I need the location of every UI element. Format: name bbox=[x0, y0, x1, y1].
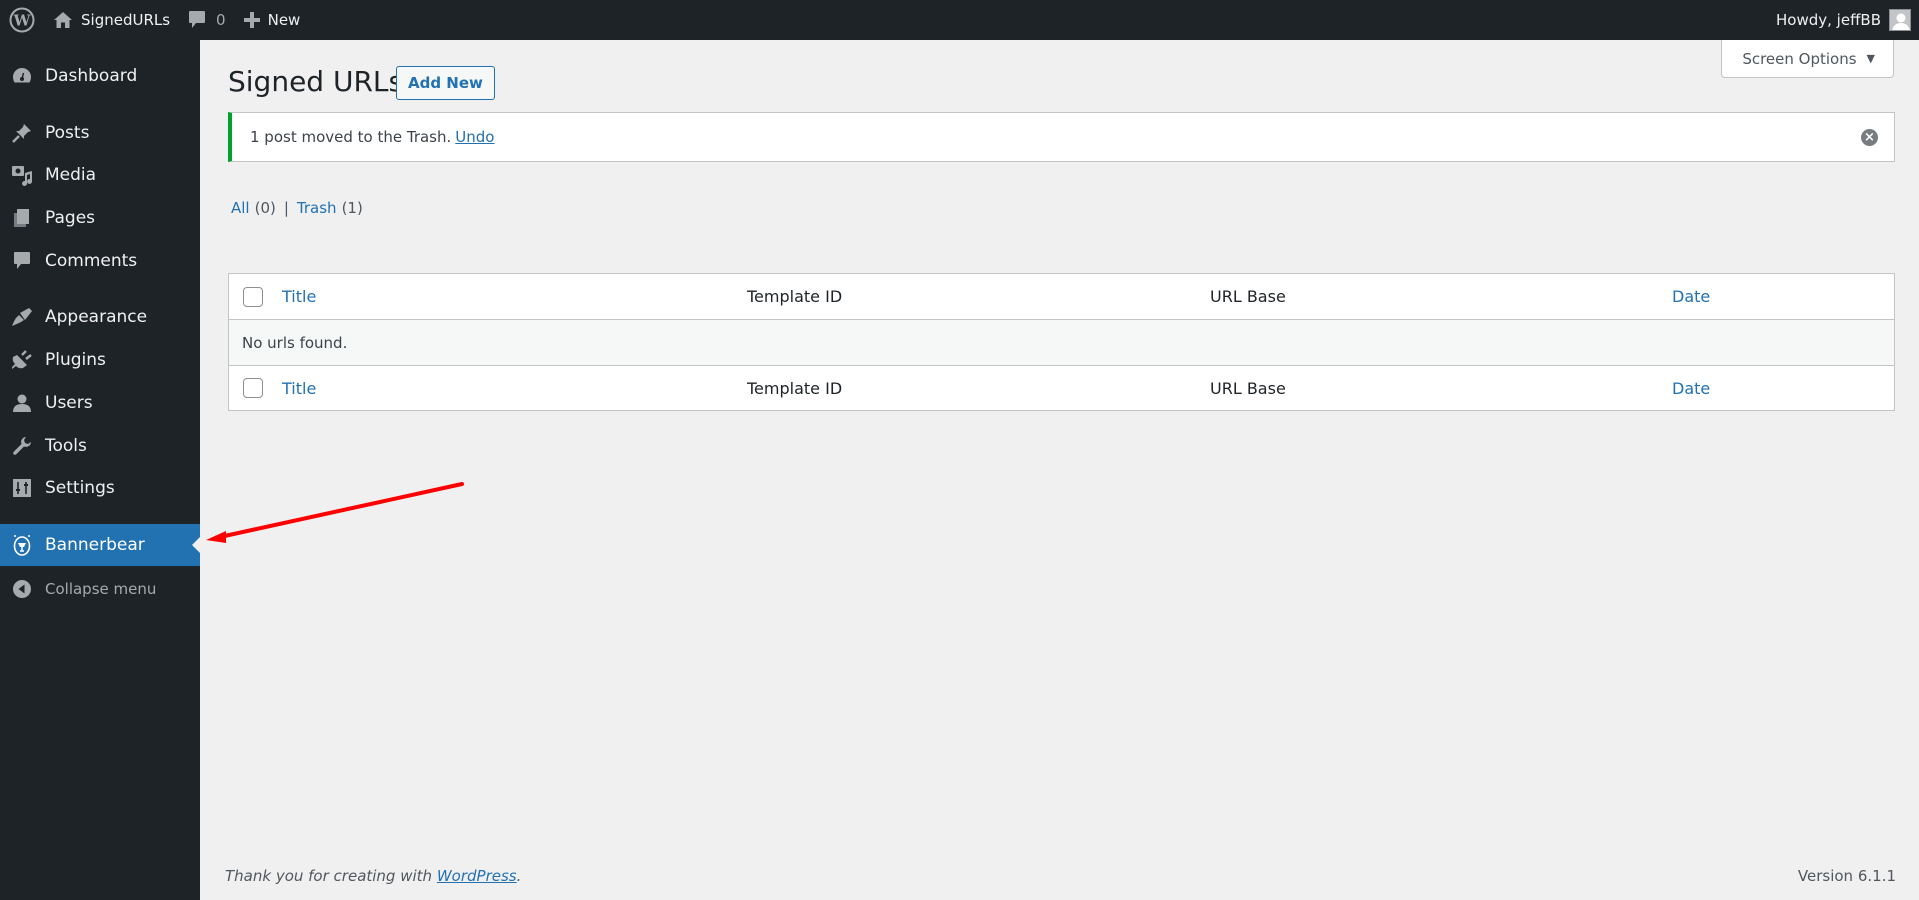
svg-text:W: W bbox=[13, 12, 32, 30]
wordpress-logo-icon: W bbox=[9, 7, 35, 33]
sidebar-label: Bannerbear bbox=[45, 535, 145, 555]
sidebar-item-pages[interactable]: Pages bbox=[0, 197, 200, 239]
signed-urls-table: Title Template ID URL Base Date No urls … bbox=[228, 273, 1895, 411]
sidebar-item-dashboard[interactable]: Dashboard bbox=[0, 55, 200, 97]
footer-thanks: Thank you for creating with WordPress. bbox=[225, 867, 521, 885]
home-icon bbox=[53, 11, 73, 29]
sidebar-item-media[interactable]: Media bbox=[0, 154, 200, 196]
separator: | bbox=[283, 199, 289, 217]
collapse-menu-button[interactable]: Collapse menu bbox=[0, 568, 200, 610]
sidebar-label: Tools bbox=[45, 436, 87, 456]
comments-count: 0 bbox=[216, 11, 226, 29]
dashboard-icon bbox=[10, 64, 34, 88]
site-name: SignedURLs bbox=[81, 11, 171, 29]
trash-count: (1) bbox=[341, 199, 363, 217]
sidebar-item-posts[interactable]: Posts bbox=[0, 112, 200, 154]
footer-version: Version 6.1.1 bbox=[1797, 867, 1896, 885]
dismiss-notice-icon[interactable]: × bbox=[1861, 129, 1878, 146]
plus-icon bbox=[243, 12, 260, 28]
footer-thanks-prefix: Thank you for creating with bbox=[225, 867, 433, 885]
sidebar-label: Pages bbox=[45, 208, 96, 228]
wrench-icon bbox=[10, 434, 34, 458]
settings-icon bbox=[10, 476, 34, 500]
sidebar-label: Plugins bbox=[45, 350, 106, 370]
sidebar-label: Dashboard bbox=[45, 66, 138, 86]
screen-options-label: Screen Options bbox=[1742, 49, 1857, 68]
media-icon bbox=[10, 163, 34, 187]
sidebar-label: Appearance bbox=[45, 307, 148, 327]
sidebar-item-settings[interactable]: Settings bbox=[0, 467, 200, 509]
page-title: Signed URLs bbox=[228, 65, 404, 98]
column-template-id: Template ID bbox=[747, 287, 843, 306]
admin-bar: W SignedURLs 0 New Howdy, jeffBB bbox=[0, 0, 1919, 40]
comment-icon bbox=[10, 249, 34, 273]
admin-sidebar: Dashboard Posts Media Pages Comments App… bbox=[0, 40, 200, 900]
select-all-checkbox[interactable] bbox=[243, 286, 263, 307]
user-icon bbox=[10, 391, 34, 415]
all-count: (0) bbox=[254, 199, 276, 217]
undo-link[interactable]: Undo bbox=[455, 128, 494, 146]
view-all-link[interactable]: All bbox=[231, 199, 250, 217]
comments-link[interactable]: 0 bbox=[179, 0, 235, 40]
wordpress-link[interactable]: WordPress bbox=[437, 867, 517, 885]
sidebar-item-plugins[interactable]: Plugins bbox=[0, 339, 200, 381]
sidebar-item-bannerbear[interactable]: Bannerbear bbox=[0, 524, 200, 566]
empty-message: No urls found. bbox=[242, 333, 348, 352]
greeting: Howdy, jeffBB bbox=[1776, 11, 1881, 29]
collapse-arrow-icon bbox=[10, 577, 34, 601]
column-date-sort[interactable]: Date bbox=[1672, 287, 1710, 306]
empty-row: No urls found. bbox=[229, 320, 1894, 365]
table-footer-row: Title Template ID URL Base Date bbox=[229, 365, 1894, 410]
my-account-menu[interactable]: Howdy, jeffBB bbox=[1767, 0, 1919, 40]
sidebar-label: Posts bbox=[45, 123, 90, 143]
new-label: New bbox=[267, 11, 301, 29]
view-filters: All (0) | Trash (1) bbox=[231, 199, 363, 217]
pushpin-icon bbox=[10, 121, 34, 145]
view-trash-link[interactable]: Trash bbox=[297, 199, 337, 217]
screen-options-button[interactable]: Screen Options ▼ bbox=[1721, 40, 1894, 78]
caret-down-icon: ▼ bbox=[1866, 52, 1875, 65]
notice-message: 1 post moved to the Trash. bbox=[250, 128, 452, 146]
column-date-sort-footer[interactable]: Date bbox=[1672, 379, 1710, 398]
column-url-base: URL Base bbox=[1210, 287, 1286, 306]
column-template-id-footer: Template ID bbox=[747, 378, 843, 398]
new-content-link[interactable]: New bbox=[235, 0, 310, 40]
sidebar-label: Users bbox=[45, 393, 93, 413]
wordpress-menu[interactable]: W bbox=[0, 0, 44, 40]
sidebar-item-users[interactable]: Users bbox=[0, 382, 200, 424]
collapse-menu-label: Collapse menu bbox=[45, 580, 157, 598]
column-title-sort-footer[interactable]: Title bbox=[282, 379, 316, 398]
sidebar-label: Comments bbox=[45, 251, 138, 271]
pages-icon bbox=[10, 206, 34, 230]
avatar bbox=[1889, 9, 1911, 31]
paintbrush-icon bbox=[10, 305, 34, 329]
sidebar-label: Media bbox=[45, 165, 97, 185]
column-url-base-footer: URL Base bbox=[1210, 378, 1286, 398]
comment-bubble-icon bbox=[188, 10, 206, 30]
bannerbear-icon bbox=[10, 533, 34, 557]
plugin-icon bbox=[10, 348, 34, 372]
sidebar-item-tools[interactable]: Tools bbox=[0, 425, 200, 467]
select-all-checkbox-footer[interactable] bbox=[243, 378, 263, 398]
column-title-sort[interactable]: Title bbox=[282, 287, 316, 306]
table-header-row: Title Template ID URL Base Date bbox=[229, 274, 1894, 320]
trash-notice: 1 post moved to the Trash. Undo × bbox=[228, 112, 1895, 162]
sidebar-label: Settings bbox=[45, 478, 115, 498]
sidebar-item-comments[interactable]: Comments bbox=[0, 240, 200, 282]
site-name-link[interactable]: SignedURLs bbox=[44, 0, 179, 40]
sidebar-item-appearance[interactable]: Appearance bbox=[0, 296, 200, 338]
footer-thanks-suffix: . bbox=[516, 867, 522, 885]
main-content: Screen Options ▼ Signed URLs Add New 1 p… bbox=[200, 40, 1919, 900]
add-new-button[interactable]: Add New bbox=[396, 66, 495, 100]
